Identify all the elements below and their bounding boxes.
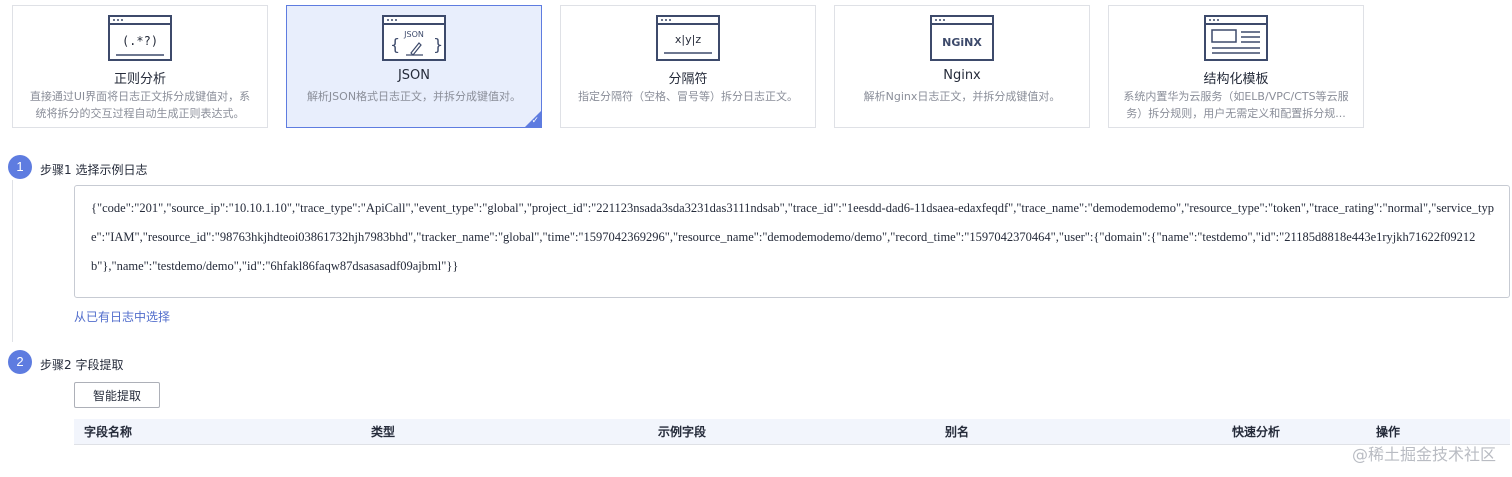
choose-existing-log-link[interactable]: 从已有日志中选择: [74, 308, 170, 325]
column-header-type: 类型: [371, 425, 396, 439]
step2-title: 步骤2 字段提取: [40, 358, 124, 372]
card-nginx[interactable]: NGiNX Nginx 解析Nginx日志正文，并拆分成键值对。: [834, 5, 1090, 128]
card-json[interactable]: { } JSON JSON 解析JSON格式日志正文，并拆分成键值对。 ✓: [286, 5, 542, 128]
card-title: JSON: [397, 68, 431, 83]
card-title: Nginx: [943, 68, 981, 83]
card-title: 正则分析: [113, 72, 166, 87]
column-header-sample: 示例字段: [658, 425, 707, 439]
card-delimiter[interactable]: x|y|z 分隔符 指定分隔符（空格、冒号等）拆分日志正文。: [560, 5, 816, 128]
nginx-icon-text: NGiNX: [942, 36, 982, 49]
step-connector: [12, 180, 13, 342]
json-icon: { } JSON: [382, 15, 446, 61]
watermark: @稀土掘金技术社区: [1351, 445, 1496, 464]
step1-badge: 1: [8, 155, 32, 179]
svg-text:{: {: [390, 35, 400, 54]
card-desc: 指定分隔符（空格、冒号等）拆分日志正文。: [578, 90, 798, 103]
step1-title: 步骤1 选择示例日志: [40, 163, 148, 177]
svg-text:}: }: [433, 35, 443, 54]
card-template[interactable]: 结构化模板 系统内置华为云服务（如ELB/VPC/CTS等云服务）拆分规则，用户…: [1108, 5, 1364, 128]
step2-badge: 2: [8, 350, 32, 374]
delimiter-icon-text: x|y|z: [675, 33, 701, 46]
check-icon: ✓: [531, 116, 539, 126]
sample-log-textarea[interactable]: {"code":"201","source_ip":"10.10.1.10","…: [74, 185, 1510, 298]
delimiter-icon: x|y|z: [656, 15, 720, 61]
card-desc: 直接通过UI界面将日志正文拆分成键值对，系统将拆分的交互过程自动生成正则表达式。: [29, 90, 251, 120]
json-icon-text: JSON: [403, 30, 424, 39]
column-header-field-name: 字段名称: [84, 425, 133, 439]
nginx-icon: NGiNX: [930, 15, 994, 61]
column-header-alias: 别名: [945, 425, 970, 439]
card-desc: 解析JSON格式日志正文，并拆分成键值对。: [306, 90, 522, 103]
regex-icon-text: (.*?): [122, 34, 158, 48]
regex-icon: (.*?): [108, 15, 172, 61]
card-desc: 解析Nginx日志正文，并拆分成键值对。: [863, 90, 1061, 103]
template-icon: [1204, 15, 1268, 61]
smart-extract-button[interactable]: 智能提取: [74, 382, 160, 408]
card-regex[interactable]: (.*?) 正则分析 直接通过UI界面将日志正文拆分成键值对，系统将拆分的交互过…: [12, 5, 268, 128]
column-header-quick-analysis: 快速分析: [1232, 425, 1281, 439]
card-title: 分隔符: [668, 72, 708, 87]
card-desc: 系统内置华为云服务（如ELB/VPC/CTS等云服务）拆分规则，用户无需定义和配…: [1123, 90, 1349, 120]
card-title: 结构化模板: [1203, 72, 1269, 87]
fields-table-header: 字段名称 类型 示例字段 别名 快速分析 操作: [74, 419, 1510, 445]
